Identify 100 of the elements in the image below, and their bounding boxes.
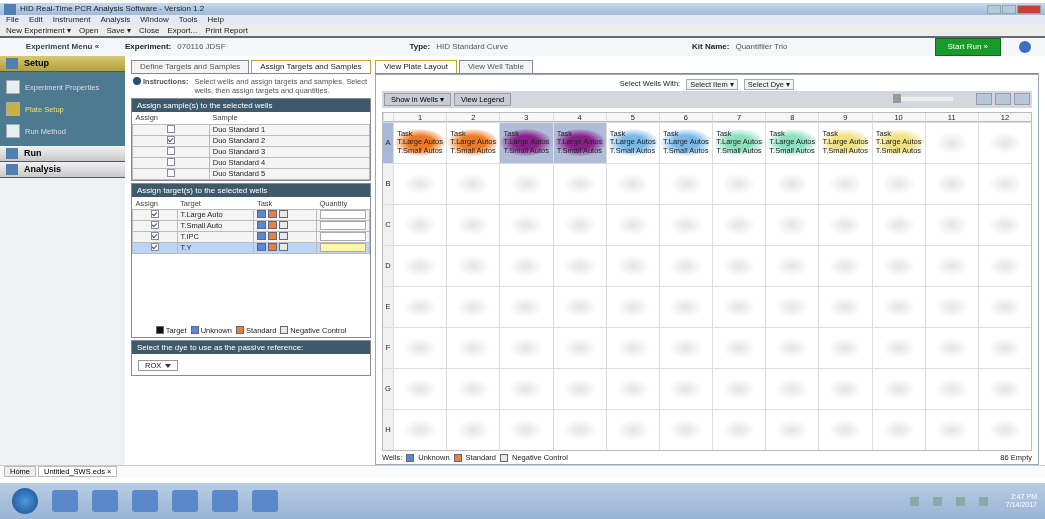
plate-well[interactable] (765, 162, 819, 204)
plate-well[interactable] (871, 203, 925, 245)
tab[interactable]: View Plate Layout (375, 60, 457, 73)
plate-well[interactable] (499, 285, 553, 327)
quantity-field[interactable] (319, 221, 366, 231)
plate-well[interactable] (658, 162, 712, 204)
plate-well[interactable] (765, 326, 819, 368)
plate-well[interactable] (765, 203, 819, 245)
maximize-button[interactable] (1002, 4, 1016, 14)
quantity-field[interactable] (319, 232, 366, 242)
plate-well[interactable] (818, 326, 872, 368)
plate-well[interactable] (393, 367, 447, 409)
plate-well[interactable] (446, 367, 500, 409)
plate-well[interactable] (658, 367, 712, 409)
close-button[interactable] (1017, 4, 1041, 14)
plate-well[interactable] (871, 285, 925, 327)
sidebar-section[interactable]: Setup (0, 56, 125, 72)
plate-well[interactable] (818, 408, 872, 450)
plate-well[interactable] (658, 285, 712, 327)
plate-well[interactable] (499, 326, 553, 368)
menu-item[interactable]: Help (207, 15, 224, 25)
checkbox[interactable] (166, 146, 175, 155)
taskbar-app-icon[interactable] (172, 490, 198, 512)
plate-well[interactable] (924, 203, 978, 245)
plate-well[interactable] (818, 285, 872, 327)
plate-well[interactable] (977, 162, 1031, 204)
plate-well[interactable] (765, 244, 819, 286)
view-mode-button[interactable] (976, 93, 992, 106)
plate-well[interactable] (393, 162, 447, 204)
plate-well[interactable] (393, 408, 447, 450)
plate-well[interactable] (605, 162, 659, 204)
plate-well[interactable] (712, 162, 766, 204)
menu-item[interactable]: Analysis (100, 15, 131, 25)
plate-well[interactable] (818, 203, 872, 245)
taskbar-app-icon[interactable] (92, 490, 118, 512)
plate-well[interactable] (499, 408, 553, 450)
plate-well[interactable] (658, 244, 712, 286)
tray-icon[interactable] (932, 496, 942, 506)
plate-well[interactable] (712, 367, 766, 409)
plate-well[interactable] (605, 326, 659, 368)
plate-well[interactable] (446, 162, 500, 204)
plate-well[interactable] (393, 326, 447, 368)
plate-well[interactable] (605, 203, 659, 245)
plate-well[interactable] (712, 326, 766, 368)
plate-well[interactable] (924, 285, 978, 327)
checkbox[interactable] (150, 209, 159, 218)
toolbar-button[interactable]: Export... (167, 25, 198, 36)
tab[interactable]: Assign Targets and Samples (251, 60, 371, 73)
plate-well[interactable] (393, 244, 447, 286)
plate-well[interactable] (924, 408, 978, 450)
toolbar-button[interactable]: Save ▾ (106, 25, 131, 36)
checkbox[interactable] (166, 135, 175, 144)
plate-well[interactable] (977, 121, 1031, 163)
toolbar-button[interactable]: New Experiment ▾ (6, 25, 71, 36)
plate-well[interactable] (393, 285, 447, 327)
plate-well[interactable] (446, 285, 500, 327)
tab[interactable]: Define Targets and Samples (131, 60, 250, 73)
plate-well[interactable] (818, 367, 872, 409)
plate-well[interactable] (499, 203, 553, 245)
tab[interactable]: View Well Table (458, 60, 533, 73)
plate-well[interactable] (658, 203, 712, 245)
plate-well[interactable] (924, 162, 978, 204)
start-button[interactable] (12, 488, 38, 514)
plate-well[interactable] (924, 244, 978, 286)
plate-well[interactable] (977, 244, 1031, 286)
plate-well[interactable] (977, 326, 1031, 368)
menu-item[interactable]: Instrument (52, 15, 91, 25)
plate-well[interactable] (552, 203, 606, 245)
view-mode-button[interactable] (995, 93, 1011, 106)
plate-well[interactable] (871, 162, 925, 204)
plate-well[interactable] (712, 408, 766, 450)
plate-well[interactable] (765, 285, 819, 327)
tray-icon[interactable] (955, 496, 965, 506)
plate-well[interactable] (871, 326, 925, 368)
plate-well[interactable] (712, 285, 766, 327)
plate-well[interactable] (393, 203, 447, 245)
zoom-slider[interactable] (893, 94, 901, 104)
taskbar-app-icon[interactable] (52, 490, 78, 512)
plate-well[interactable] (712, 244, 766, 286)
taskbar-app-icon[interactable] (212, 490, 238, 512)
quantity-field[interactable] (319, 243, 366, 253)
plate-well[interactable] (499, 367, 553, 409)
plate-well[interactable] (712, 203, 766, 245)
plate-well[interactable] (924, 121, 978, 163)
plate-well[interactable] (977, 367, 1031, 409)
menu-item[interactable]: Tools (178, 15, 198, 25)
plate-well[interactable] (977, 285, 1031, 327)
quantity-field[interactable] (319, 210, 366, 220)
plate-well[interactable] (765, 408, 819, 450)
tray-icon[interactable] (978, 496, 988, 506)
plate-well[interactable] (871, 244, 925, 286)
toolbar-button[interactable]: Print Report (205, 25, 248, 36)
plate-well[interactable] (605, 367, 659, 409)
plate-well[interactable] (552, 244, 606, 286)
plate-well[interactable] (605, 244, 659, 286)
plate-well[interactable] (499, 162, 553, 204)
toolbar-button[interactable]: Close (138, 25, 160, 36)
plate-well[interactable] (446, 408, 500, 450)
menu-item[interactable]: File (6, 15, 19, 25)
plate-well[interactable] (977, 408, 1031, 450)
